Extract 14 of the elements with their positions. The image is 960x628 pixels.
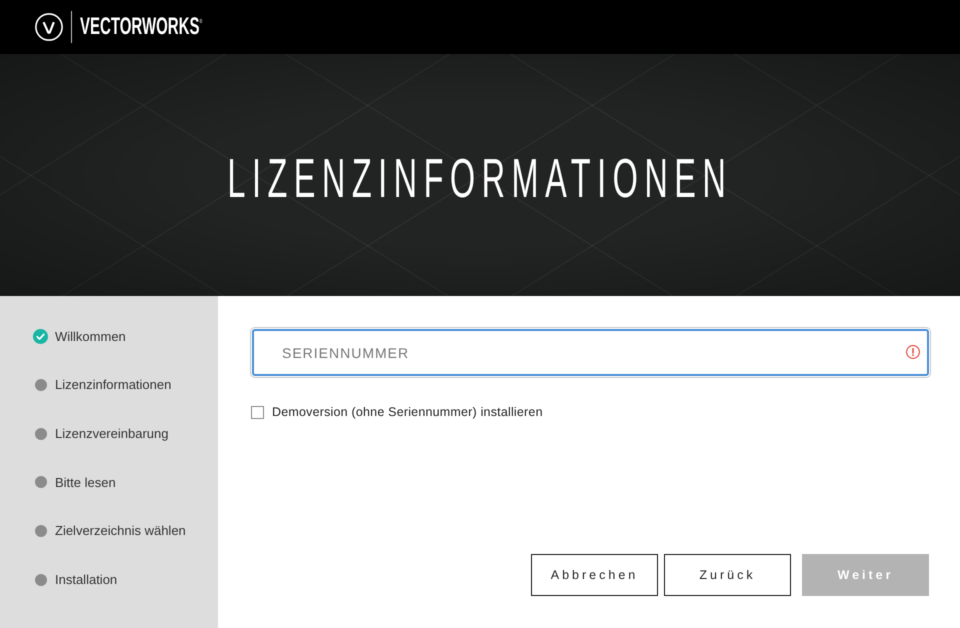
- step-label: Lizenzinformationen: [55, 376, 172, 394]
- brand-name: VECTORWORKS$^{®}$: [80, 15, 202, 39]
- step-label: Bitte lesen: [55, 474, 116, 492]
- serial-number-field[interactable]: SERIENNUMMER: [252, 329, 929, 376]
- action-button[interactable]: Abbrechen: [531, 554, 658, 596]
- step-label: Willkommen: [55, 328, 126, 346]
- step-label: Zielverzeichnis wählen: [55, 522, 186, 540]
- action-button[interactable]: Zurück: [664, 554, 791, 596]
- step-label: Installation: [55, 571, 118, 590]
- page-title: LIZENZINFORMATIONEN: [228, 150, 732, 206]
- demo-checkbox[interactable]: [251, 406, 264, 419]
- step-label: Lizenzvereinbarung: [55, 424, 168, 443]
- checkbox-label[interactable]: Demoversion (ohne Seriennummer) installieren: [272, 403, 543, 422]
- logo-icon: [35, 13, 63, 41]
